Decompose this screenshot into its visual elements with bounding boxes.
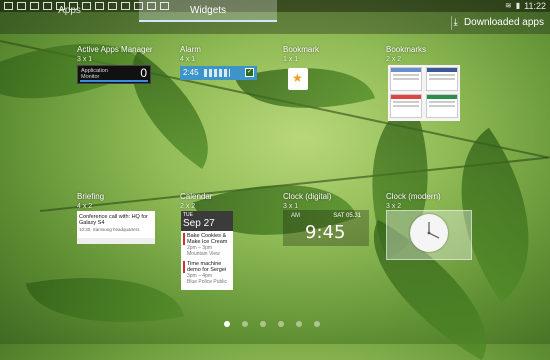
widget-name: Briefing (77, 192, 105, 201)
am-pm: AM (291, 213, 300, 219)
page-dot[interactable] (314, 321, 320, 327)
bookmark-thumbnail (390, 67, 422, 91)
widget-name: Bookmark (283, 45, 320, 54)
widget-size: 4 x 2 (77, 203, 93, 210)
briefing-subtext: 10:30, Samsung headquarters (79, 227, 140, 232)
calendar-event: Bake Cookies & Make Ice Cream 2pm – 3pm … (183, 233, 231, 257)
calendar-header: TUE Sep 27 (181, 211, 233, 231)
bookmark-thumbnail (426, 67, 458, 91)
widget-clock-modern[interactable]: Clock (modern) 3 x 2 (386, 192, 441, 211)
event-place: Blue Police Public (187, 279, 228, 285)
alarm-preview[interactable]: 2:45 ✓ (180, 66, 257, 80)
page-dot[interactable] (296, 321, 302, 327)
clock-hands (427, 222, 440, 239)
page-dot[interactable] (260, 321, 266, 327)
digital-time: 9:45 (305, 222, 346, 243)
clock-date: SAT 05.31 (333, 213, 361, 219)
alarm-time: 2:45 (183, 68, 199, 77)
running-count: 0 (140, 66, 147, 80)
widget-briefing[interactable]: Briefing 4 x 2 (77, 192, 104, 211)
bookmark-thumbnail (390, 94, 422, 118)
widget-name: Active Apps Manager (77, 45, 153, 54)
widget-active-apps-manager[interactable]: Active Apps Manager 3 x 1 (77, 45, 153, 64)
event-title: Time machine demo for Sergei (187, 261, 227, 273)
widget-size: 1 x 1 (283, 56, 299, 63)
weekday-indicator (204, 69, 230, 77)
calendar-event: Time machine demo for Sergei 3pm – 4pm B… (183, 261, 231, 285)
widget-clock-digital[interactable]: Clock (digital) 3 x 1 (283, 192, 331, 211)
tab-widgets[interactable]: Widgets (139, 0, 277, 22)
bookmark-preview[interactable]: ★ (288, 68, 308, 90)
bookmarks-preview[interactable] (388, 65, 460, 121)
analog-clock-icon (410, 214, 448, 252)
check-icon: ✓ (245, 68, 254, 77)
battery-icon: ▮ (515, 1, 521, 10)
calendar-date: Sep 27 (183, 218, 215, 229)
star-icon: ★ (292, 71, 303, 85)
divider (451, 16, 452, 30)
downloaded-apps-button[interactable]: ⤓ Downloaded apps (454, 12, 544, 34)
widget-size: 4 x 1 (180, 56, 196, 63)
download-icon: ⤓ (453, 17, 458, 28)
event-title: Bake Cookies & Make Ice Cream (187, 233, 228, 245)
wifi-icon: ≋ (505, 1, 512, 10)
widget-name: Alarm (180, 45, 201, 54)
progress-bar (80, 80, 148, 82)
widget-calendar[interactable]: Calendar 2 x 2 (180, 192, 212, 211)
page-indicator (224, 321, 320, 327)
clock-digital-preview[interactable]: AM SAT 05.31 9:45 (283, 210, 369, 246)
widget-size: 3 x 1 (77, 56, 93, 63)
clock-modern-preview[interactable] (386, 210, 472, 260)
clock-text: 11:22 (524, 1, 546, 11)
downloaded-apps-label: Downloaded apps (463, 17, 544, 28)
briefing-footer (77, 238, 155, 244)
event-place: Mountain View (187, 251, 220, 257)
widget-name: Clock (modern) (386, 192, 441, 201)
widget-name: Bookmarks (386, 45, 427, 54)
widget-size: 2 x 2 (180, 203, 196, 210)
page-dot[interactable] (278, 321, 284, 327)
briefing-preview[interactable]: Conference call with: HQ for Galaxy S4 1… (77, 211, 155, 244)
bookmark-thumbnail (426, 94, 458, 118)
widget-name: Calendar (180, 192, 213, 201)
widget-name: Clock (digital) (283, 192, 332, 201)
status-right: ≋ ▮ 11:22 (505, 0, 546, 12)
page-dot[interactable] (242, 321, 248, 327)
briefing-headline: Conference call with: HQ for Galaxy S4 (79, 214, 148, 226)
calendar-preview[interactable]: TUE Sep 27 Bake Cookies & Make Ice Cream… (181, 211, 233, 290)
page-dot[interactable] (224, 321, 230, 327)
active-apps-preview[interactable]: Application Monitor 0 (77, 65, 151, 84)
widget-alarm[interactable]: Alarm 4 x 1 (180, 45, 201, 64)
tab-apps[interactable]: Apps (0, 0, 139, 22)
widget-bookmarks[interactable]: Bookmarks 2 x 2 (386, 45, 426, 64)
widget-size: 2 x 2 (386, 56, 402, 63)
widget-bookmark[interactable]: Bookmark 1 x 1 (283, 45, 319, 64)
